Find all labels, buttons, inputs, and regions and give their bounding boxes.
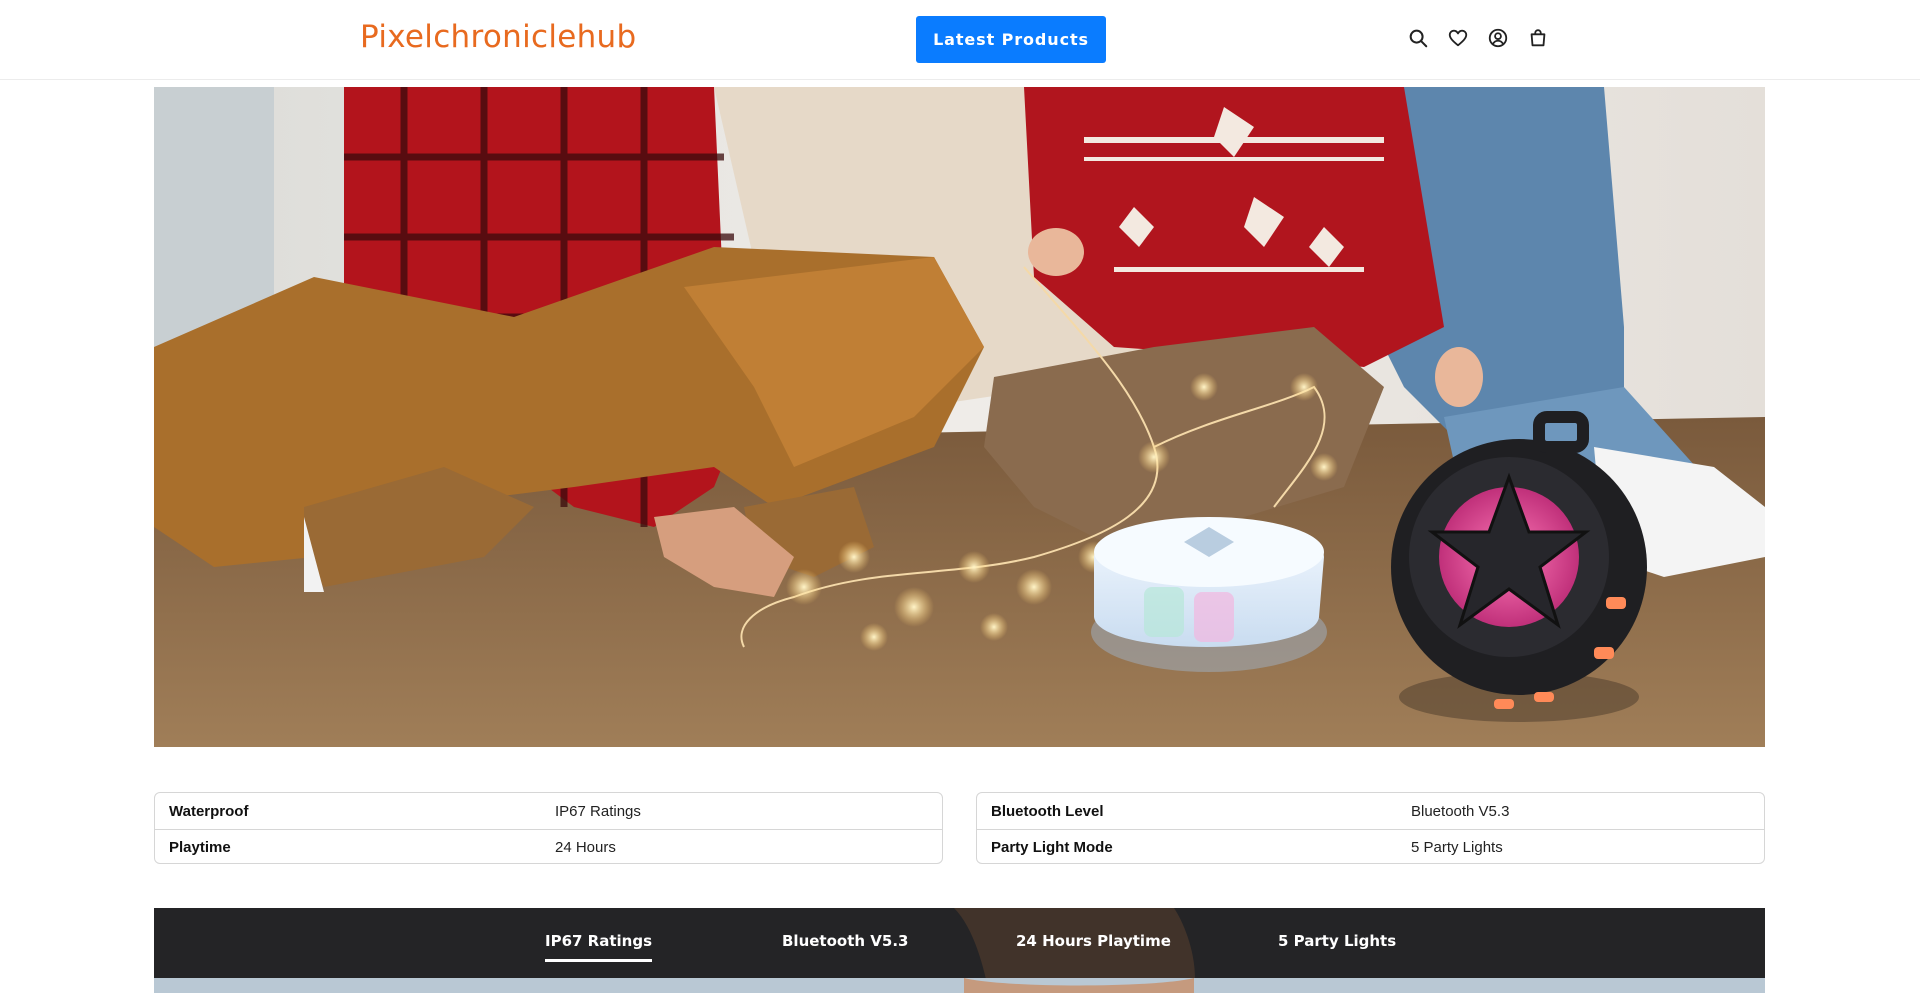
spec-row: Party Light Mode 5 Party Lights (977, 829, 1764, 863)
bag-icon[interactable] (1526, 26, 1550, 50)
spec-label: Party Light Mode (991, 839, 1113, 856)
spec-value: Bluetooth V5.3 (1411, 802, 1510, 820)
spec-table-right: Bluetooth Level Bluetooth V5.3 Party Lig… (976, 792, 1765, 864)
header-icons (1406, 26, 1550, 50)
latest-products-button[interactable]: Latest Products (916, 16, 1106, 63)
site-header: Pixelchroniclehub Latest Products (0, 0, 1920, 80)
spec-label: Waterproof (169, 802, 249, 820)
spec-table-left: Waterproof IP67 Ratings Playtime 24 Hour… (154, 792, 943, 864)
heart-icon[interactable] (1446, 26, 1470, 50)
spec-label: Playtime (169, 839, 231, 856)
tab-playtime[interactable]: 24 Hours Playtime (1016, 932, 1171, 950)
hero-image (154, 87, 1765, 747)
spec-value: 24 Hours (555, 839, 616, 856)
feature-band: IP67 Ratings Bluetooth V5.3 24 Hours Pla… (154, 908, 1765, 993)
spec-label: Bluetooth Level (991, 802, 1104, 820)
hero-banner (154, 87, 1765, 747)
spec-row: Bluetooth Level Bluetooth V5.3 (977, 793, 1764, 829)
spec-value: IP67 Ratings (555, 802, 641, 820)
spec-row: Waterproof IP67 Ratings (155, 793, 942, 829)
feature-tabs: IP67 Ratings Bluetooth V5.3 24 Hours Pla… (154, 908, 1765, 978)
tab-bluetooth[interactable]: Bluetooth V5.3 (782, 932, 908, 950)
spec-row: Playtime 24 Hours (155, 829, 942, 863)
tab-ip67-ratings[interactable]: IP67 Ratings (545, 932, 652, 962)
site-logo[interactable]: Pixelchroniclehub (360, 19, 637, 55)
tab-party-lights[interactable]: 5 Party Lights (1278, 932, 1396, 950)
search-icon[interactable] (1406, 26, 1430, 50)
account-icon[interactable] (1486, 26, 1510, 50)
spec-value: 5 Party Lights (1411, 839, 1503, 856)
